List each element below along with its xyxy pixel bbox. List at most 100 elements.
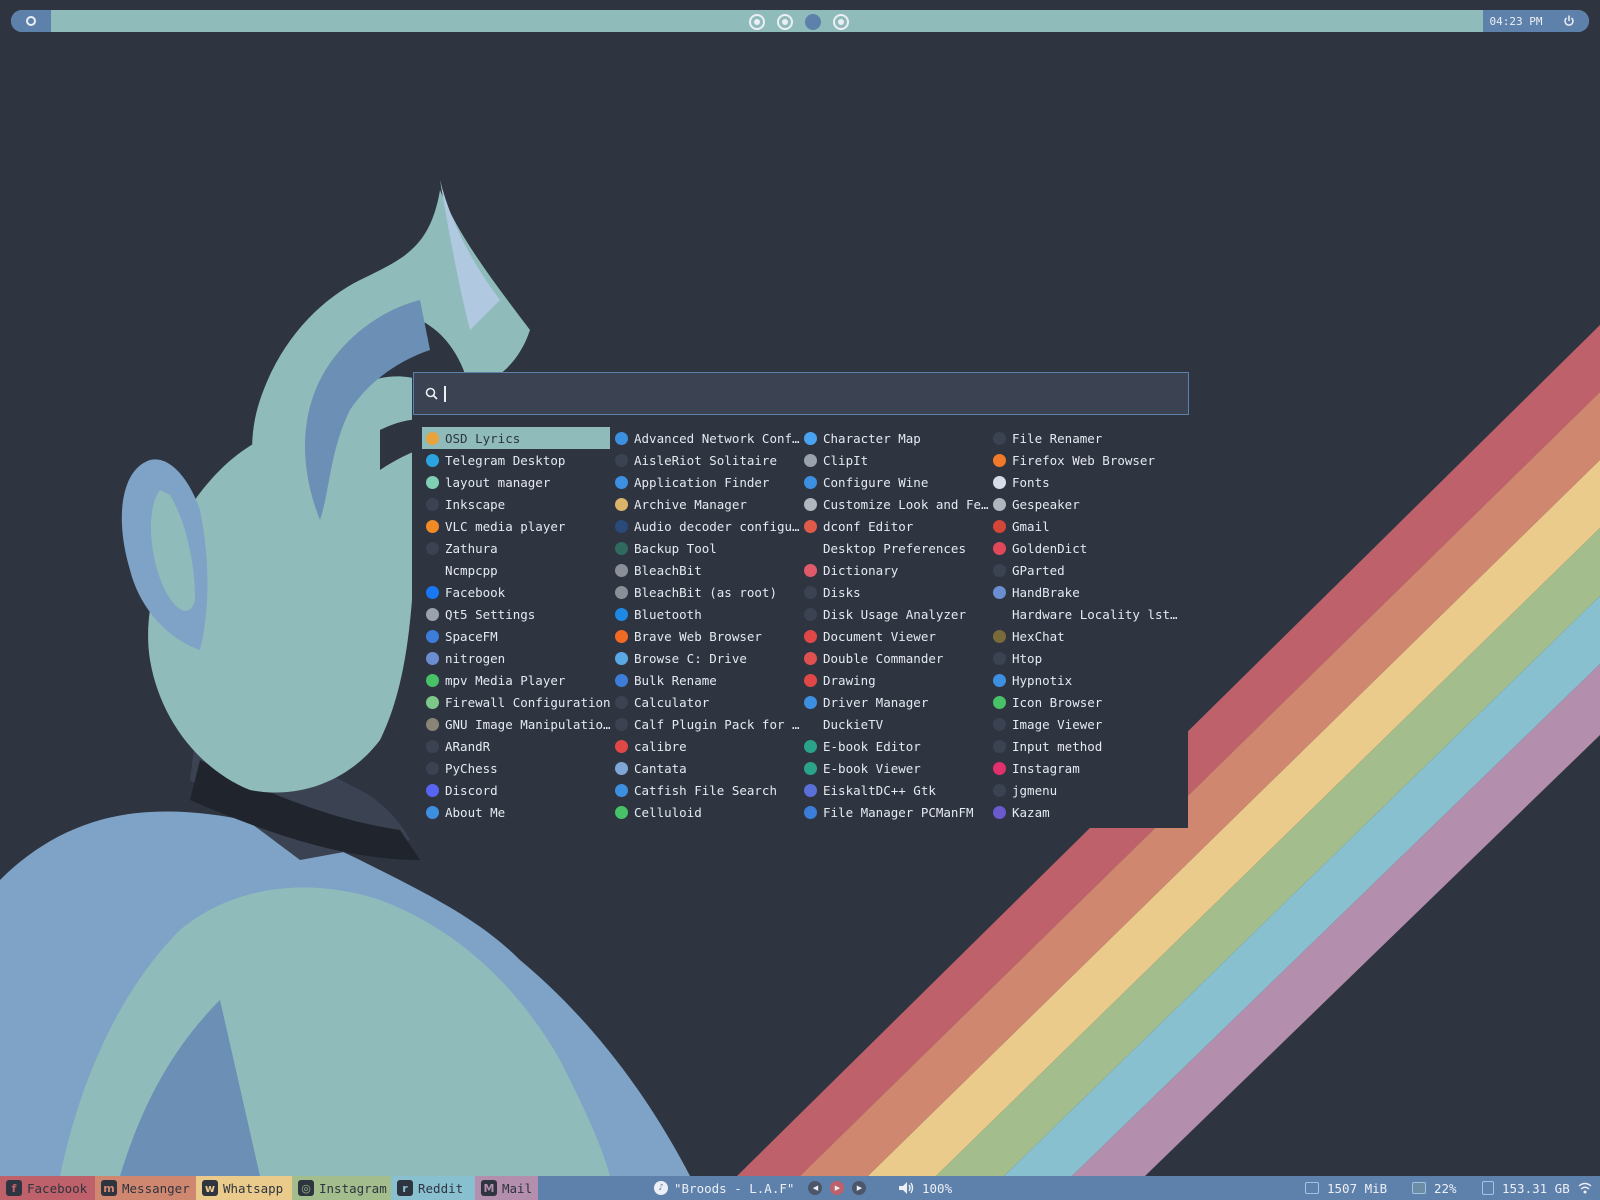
app-item[interactable]: AisleRiot Solitaire: [611, 449, 800, 471]
reddit-icon: r: [397, 1180, 413, 1196]
app-item[interactable]: VLC media player: [422, 515, 611, 537]
app-item[interactable]: Firefox Web Browser: [989, 449, 1178, 471]
app-item[interactable]: Catfish File Search: [611, 779, 800, 801]
app-item[interactable]: BleachBit (as root): [611, 581, 800, 603]
app-item[interactable]: Bulk Rename: [611, 669, 800, 691]
app-item[interactable]: File Manager PCManFM: [800, 801, 989, 823]
app-item[interactable]: jgmenu: [989, 779, 1178, 801]
app-item[interactable]: BleachBit: [611, 559, 800, 581]
app-item[interactable]: Backup Tool: [611, 537, 800, 559]
volume-control[interactable]: 100%: [898, 1176, 952, 1200]
workspace-3-button[interactable]: [805, 14, 821, 30]
instagram-launcher-button[interactable]: ◎ Instagram: [292, 1176, 391, 1200]
app-item[interactable]: Desktop Preferences: [800, 537, 989, 559]
app-item[interactable]: Telegram Desktop: [422, 449, 611, 471]
launcher-search-input[interactable]: [444, 385, 1148, 402]
calf-plugin-icon: [615, 717, 628, 731]
app-item[interactable]: Brave Web Browser: [611, 625, 800, 647]
app-item[interactable]: ARandR: [422, 735, 611, 757]
app-item[interactable]: Application Finder: [611, 471, 800, 493]
next-track-button[interactable]: ▶: [852, 1181, 867, 1195]
app-label: Brave Web Browser: [634, 628, 762, 644]
app-item[interactable]: About Me: [422, 801, 611, 823]
app-item[interactable]: Character Map: [800, 427, 989, 449]
app-item[interactable]: dconf Editor: [800, 515, 989, 537]
app-item[interactable]: Icon Browser: [989, 691, 1178, 713]
app-item[interactable]: File Renamer: [989, 427, 1178, 449]
app-item[interactable]: Archive Manager: [611, 493, 800, 515]
app-item[interactable]: Cantata: [611, 757, 800, 779]
app-item[interactable]: Calculator: [611, 691, 800, 713]
app-item[interactable]: SpaceFM: [422, 625, 611, 647]
app-item[interactable]: mpv Media Player: [422, 669, 611, 691]
app-item[interactable]: GNU Image Manipulation…: [422, 713, 611, 735]
app-label: PyChess: [445, 760, 498, 776]
app-item[interactable]: Ncmpcpp: [422, 559, 611, 581]
app-item[interactable]: E-book Viewer: [800, 757, 989, 779]
celluloid-icon: [615, 805, 628, 819]
app-item[interactable]: GParted: [989, 559, 1178, 581]
app-item[interactable]: EiskaltDC++ Gtk: [800, 779, 989, 801]
osd-lyrics-icon: [426, 431, 439, 445]
app-item[interactable]: HandBrake: [989, 581, 1178, 603]
app-item[interactable]: OSD Lyrics: [422, 427, 610, 449]
facebook-launcher-button[interactable]: f Facebook: [0, 1176, 95, 1200]
app-item[interactable]: Kazam: [989, 801, 1178, 823]
app-item[interactable]: Double Commander: [800, 647, 989, 669]
app-item[interactable]: Drawing: [800, 669, 989, 691]
app-item[interactable]: Gmail: [989, 515, 1178, 537]
app-item[interactable]: Firewall Configuration: [422, 691, 611, 713]
app-item[interactable]: Facebook: [422, 581, 611, 603]
app-item[interactable]: Document Viewer: [800, 625, 989, 647]
app-item[interactable]: Hypnotix: [989, 669, 1178, 691]
menu-button[interactable]: [11, 10, 51, 32]
reddit-launcher-button[interactable]: r Reddit: [391, 1176, 475, 1200]
app-item[interactable]: GoldenDict: [989, 537, 1178, 559]
app-item[interactable]: Discord: [422, 779, 611, 801]
app-item[interactable]: Calf Plugin Pack for J…: [611, 713, 800, 735]
messenger-launcher-button[interactable]: m Messanger: [95, 1176, 196, 1200]
app-item[interactable]: DuckieTV: [800, 713, 989, 735]
app-item[interactable]: Celluloid: [611, 801, 800, 823]
app-item[interactable]: Gespeaker: [989, 493, 1178, 515]
app-item[interactable]: Instagram: [989, 757, 1178, 779]
workspace-4-button[interactable]: [833, 14, 849, 30]
app-label: Gmail: [1012, 518, 1050, 534]
app-item[interactable]: Bluetooth: [611, 603, 800, 625]
app-item[interactable]: Dictionary: [800, 559, 989, 581]
workspace-1-button[interactable]: [749, 14, 765, 30]
app-item[interactable]: HexChat: [989, 625, 1178, 647]
launcher-search-box[interactable]: [413, 372, 1189, 415]
app-item[interactable]: Configure Wine: [800, 471, 989, 493]
app-item[interactable]: ClipIt: [800, 449, 989, 471]
previous-track-button[interactable]: ◀: [808, 1181, 823, 1195]
app-item[interactable]: Zathura: [422, 537, 611, 559]
app-item[interactable]: Disks: [800, 581, 989, 603]
app-item[interactable]: Disk Usage Analyzer: [800, 603, 989, 625]
app-item[interactable]: PyChess: [422, 757, 611, 779]
app-item[interactable]: Driver Manager: [800, 691, 989, 713]
app-item[interactable]: Inkscape: [422, 493, 611, 515]
mail-launcher-button[interactable]: M Mail: [475, 1176, 538, 1200]
app-item[interactable]: Input method: [989, 735, 1178, 757]
app-label: Calculator: [634, 694, 710, 710]
app-item[interactable]: calibre: [611, 735, 800, 757]
app-item[interactable]: Customize Look and Feel: [800, 493, 989, 515]
app-item[interactable]: Audio decoder configur…: [611, 515, 800, 537]
power-button[interactable]: [1549, 10, 1589, 32]
about-me-icon: [426, 805, 439, 819]
app-item[interactable]: Qt5 Settings: [422, 603, 611, 625]
app-item[interactable]: Image Viewer: [989, 713, 1178, 735]
play-button[interactable]: ▶: [830, 1181, 845, 1195]
app-item[interactable]: layout manager: [422, 471, 611, 493]
icon-browser-icon: [993, 695, 1006, 709]
app-item[interactable]: Htop: [989, 647, 1178, 669]
app-item[interactable]: Fonts: [989, 471, 1178, 493]
whatsapp-launcher-button[interactable]: w Whatsapp: [196, 1176, 292, 1200]
workspace-2-button[interactable]: [777, 14, 793, 30]
app-item[interactable]: Browse C: Drive: [611, 647, 800, 669]
app-item[interactable]: E-book Editor: [800, 735, 989, 757]
app-item[interactable]: Hardware Locality lsto…: [989, 603, 1178, 625]
app-item[interactable]: Advanced Network Confi…: [611, 427, 800, 449]
app-item[interactable]: nitrogen: [422, 647, 611, 669]
